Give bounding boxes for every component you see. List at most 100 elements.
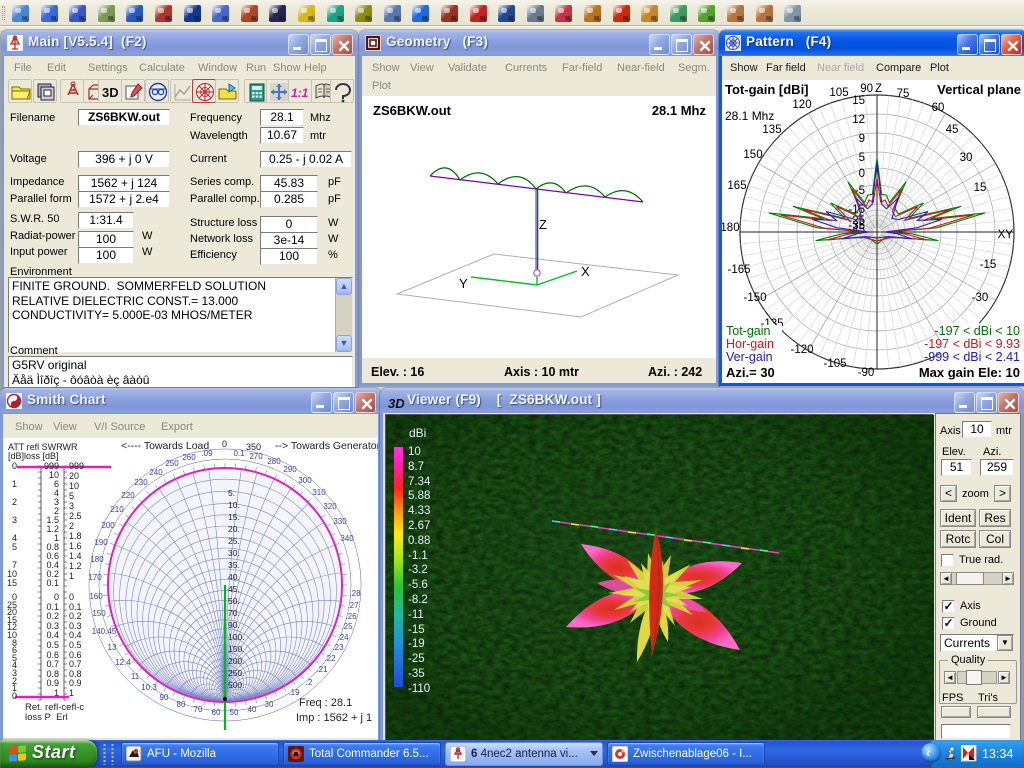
svg-text:45.: 45.	[228, 584, 240, 594]
svg-text:290: 290	[283, 465, 297, 474]
svg-text:-30: -30	[972, 292, 989, 304]
svg-text:0.2: 0.2	[69, 611, 82, 621]
svg-text:[dB]loss [dB]: [dB]loss [dB]	[8, 451, 59, 461]
svg-text:0: 0	[12, 691, 17, 701]
svg-text:170: 170	[88, 573, 102, 582]
svg-text:Ver-gain: Ver-gain	[726, 350, 773, 364]
svg-text:-5.6: -5.6	[408, 579, 428, 591]
svg-text:.21: .21	[316, 665, 328, 674]
svg-text:30: 30	[265, 700, 274, 709]
svg-text:60: 60	[212, 708, 221, 717]
svg-text:350: 350	[246, 442, 261, 452]
svg-text:340: 340	[340, 534, 354, 543]
svg-text:<---- Towards Load: <---- Towards Load	[121, 440, 209, 452]
svg-text:1: 1	[12, 479, 17, 489]
svg-text:1: 1	[54, 688, 59, 698]
svg-text:dBi: dBi	[409, 426, 426, 440]
svg-text:999: 999	[69, 461, 84, 471]
svg-text:-11: -11	[408, 609, 424, 621]
svg-text:7.34: 7.34	[408, 476, 431, 488]
svg-text:28.1 Mhz: 28.1 Mhz	[725, 109, 774, 123]
svg-text:5: 5	[12, 542, 17, 552]
svg-text:.23: .23	[332, 643, 344, 652]
svg-text:105: 105	[829, 87, 848, 99]
svg-text:30.: 30.	[228, 548, 240, 558]
svg-text:-15: -15	[980, 259, 997, 271]
svg-text:50: 50	[230, 708, 239, 717]
svg-text:90: 90	[860, 83, 873, 95]
svg-text:Azi.= 30: Azi.= 30	[726, 365, 775, 380]
svg-text:8.7: 8.7	[408, 461, 424, 473]
svg-text:9: 9	[859, 133, 865, 145]
svg-text:220: 220	[121, 491, 135, 500]
svg-text:230: 230	[134, 478, 148, 487]
svg-text:270: 270	[249, 452, 263, 461]
svg-text:-999 < dBi < 2.41: -999 < dBi < 2.41	[924, 350, 1020, 364]
svg-text:X: X	[581, 264, 590, 279]
svg-text:260: 260	[182, 453, 196, 462]
svg-text:4.33: 4.33	[408, 505, 430, 517]
svg-text:3: 3	[69, 501, 74, 511]
svg-text:135: 135	[762, 124, 781, 136]
svg-text:0: 0	[69, 592, 74, 602]
svg-text:-150: -150	[743, 292, 766, 304]
svg-text:Tot-gain [dBi]: Tot-gain [dBi]	[725, 82, 809, 97]
svg-text:.27: .27	[347, 601, 359, 610]
svg-text:40: 40	[248, 705, 257, 714]
svg-text:180: 180	[722, 222, 740, 234]
svg-text:180: 180	[90, 555, 104, 564]
svg-text:0.4: 0.4	[69, 630, 82, 640]
svg-text:10.3: 10.3	[141, 683, 157, 692]
svg-text:13: 13	[108, 643, 117, 652]
svg-text:0.9: 0.9	[46, 678, 59, 688]
svg-text:Hor-gain: Hor-gain	[726, 337, 774, 351]
svg-text:15: 15	[852, 95, 865, 107]
svg-text:160: 160	[89, 592, 103, 601]
svg-text:Imp : 1562 + j 1: Imp : 1562 + j 1	[296, 712, 372, 724]
svg-text:XY: XY	[998, 229, 1014, 241]
svg-text:20.: 20.	[228, 524, 240, 534]
svg-text:50.: 50.	[228, 596, 240, 606]
svg-text:ZS6BKW.out: ZS6BKW.out	[373, 103, 452, 118]
svg-text:15.: 15.	[228, 512, 240, 522]
svg-text:5.88: 5.88	[408, 490, 430, 502]
svg-text:loss P Erl: loss P Erl	[25, 712, 68, 723]
svg-text:0: 0	[54, 592, 59, 602]
svg-text:15: 15	[7, 578, 17, 588]
svg-text:60: 60	[932, 102, 945, 114]
svg-text:5.: 5.	[228, 488, 235, 498]
svg-text:10.: 10.	[228, 500, 240, 510]
svg-text:Z: Z	[875, 83, 882, 95]
svg-text:5: 5	[69, 491, 74, 501]
svg-text:20: 20	[69, 471, 79, 481]
svg-text:Y: Y	[459, 276, 468, 291]
svg-text:200: 200	[101, 521, 115, 530]
svg-text:Vertical plane: Vertical plane	[937, 82, 1021, 97]
svg-text:12: 12	[852, 114, 865, 126]
svg-text:-3.2: -3.2	[408, 564, 428, 576]
svg-text:25.: 25.	[228, 536, 240, 546]
svg-text:0.7: 0.7	[46, 659, 59, 669]
svg-text:320: 320	[323, 502, 337, 511]
svg-text:90.: 90.	[228, 620, 240, 630]
svg-text:12.4: 12.4	[115, 658, 131, 667]
svg-text:-25: -25	[408, 653, 425, 665]
svg-text:0.4: 0.4	[46, 630, 59, 640]
svg-text:2.67: 2.67	[408, 520, 430, 532]
svg-text:1.4: 1.4	[69, 551, 82, 561]
svg-text:70: 70	[194, 705, 203, 714]
svg-text:0: 0	[222, 439, 227, 449]
svg-text:250: 250	[165, 459, 179, 468]
svg-text:-15: -15	[408, 624, 425, 636]
svg-text:.09: .09	[201, 449, 213, 458]
svg-text:1: 1	[69, 688, 74, 698]
svg-text:5: 5	[859, 152, 865, 164]
svg-text:300: 300	[298, 476, 312, 485]
svg-text:75: 75	[897, 88, 910, 100]
svg-text:-5: -5	[855, 185, 865, 197]
svg-text:0.88: 0.88	[408, 535, 430, 547]
svg-text:Max gain Ele: 10: Max gain Ele: 10	[919, 365, 1020, 380]
svg-text:3D: 3D	[102, 85, 119, 100]
svg-text:-197 < dBi < 9.93: -197 < dBi < 9.93	[924, 337, 1020, 351]
svg-text:1.6: 1.6	[69, 541, 82, 551]
